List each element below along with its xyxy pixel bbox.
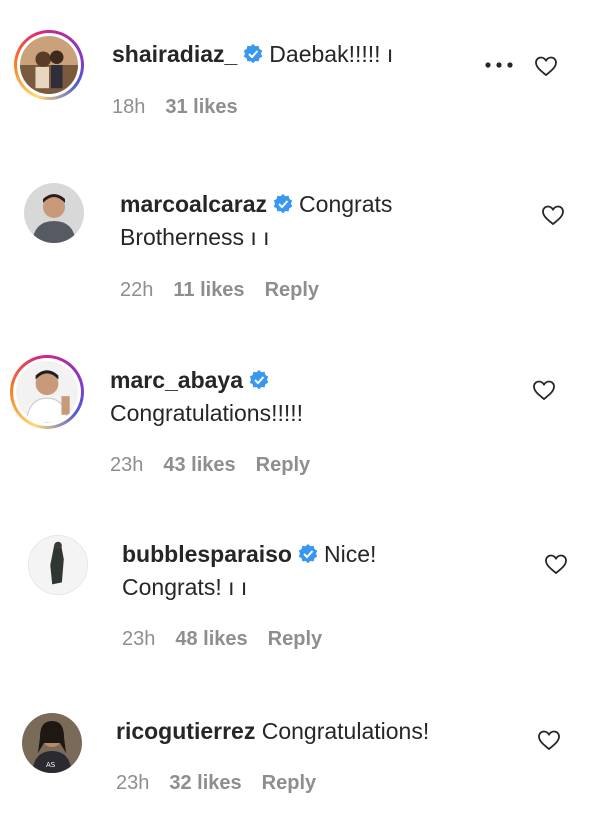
timestamp: 22h bbox=[120, 279, 154, 301]
likes-count[interactable]: 43 likes bbox=[163, 454, 235, 476]
comment-item: AS ricogutierrez Congratulations! 23h 32 … bbox=[0, 670, 600, 833]
likes-count[interactable]: 11 likes bbox=[173, 279, 244, 301]
likes-count[interactable]: 48 likes bbox=[175, 628, 247, 650]
comment-body: Congratulations! bbox=[261, 718, 430, 744]
avatar-photo-icon bbox=[20, 36, 78, 94]
likes-count[interactable]: 32 likes bbox=[169, 772, 241, 794]
avatar[interactable]: AS bbox=[22, 713, 82, 773]
timestamp: 23h bbox=[116, 772, 150, 794]
reply-button[interactable]: Reply bbox=[262, 772, 316, 794]
comment-body: Daebak!!!!! ı bbox=[269, 41, 394, 67]
comment-text: shairadiaz_ Daebak!!!!! ı bbox=[112, 38, 393, 70]
comment-meta: 23h 32 likes Reply bbox=[116, 772, 336, 795]
more-options-icon[interactable] bbox=[484, 60, 514, 70]
avatar-photo-icon bbox=[24, 183, 84, 243]
comment-text: ricogutierrez Congratulations! bbox=[116, 715, 429, 747]
timestamp: 23h bbox=[110, 454, 144, 476]
comment-meta: 23h 43 likes Reply bbox=[110, 454, 330, 477]
likes-count[interactable]: 31 likes bbox=[165, 96, 237, 118]
username[interactable]: ricogutierrez bbox=[116, 718, 255, 744]
avatar-photo-icon bbox=[16, 361, 78, 423]
username[interactable]: shairadiaz_ bbox=[112, 41, 237, 67]
avatar[interactable] bbox=[24, 183, 84, 243]
comment-text-line2: Congratulations!!!!! bbox=[110, 400, 304, 426]
username[interactable]: marcoalcaraz bbox=[120, 191, 267, 217]
comment-text: marcoalcaraz Congrats bbox=[120, 188, 392, 220]
comment-item: bubblesparaiso Nice! Congrats! ı ı 23h 48 … bbox=[0, 500, 600, 670]
timestamp: 23h bbox=[122, 628, 156, 650]
timestamp: 18h bbox=[112, 96, 146, 118]
reply-button[interactable]: Reply bbox=[265, 279, 319, 301]
avatar[interactable] bbox=[10, 355, 84, 429]
comment-item: marcoalcaraz Congrats Brotherness ı ı 22h… bbox=[0, 150, 600, 330]
heart-outline-icon[interactable] bbox=[532, 378, 556, 402]
avatar-photo-icon: AS bbox=[22, 713, 82, 773]
comment-meta: 23h 48 likes Reply bbox=[122, 628, 342, 651]
comment-item: marc_abaya Congratulations!!!!! 23h 43 li… bbox=[0, 330, 600, 500]
comment-text: marc_abaya bbox=[110, 364, 275, 396]
comment-text-line2: Brotherness ı ı bbox=[120, 224, 270, 250]
avatar[interactable] bbox=[14, 30, 84, 100]
verified-badge-icon bbox=[244, 44, 263, 64]
verified-badge-icon bbox=[273, 194, 293, 214]
verified-badge-icon bbox=[298, 544, 318, 564]
avatar-photo-icon bbox=[29, 536, 87, 594]
svg-text:AS: AS bbox=[46, 761, 56, 769]
comment-meta: 18h 31 likes bbox=[112, 96, 258, 119]
reply-button[interactable]: Reply bbox=[256, 454, 310, 476]
comment-text: bubblesparaiso Nice! bbox=[122, 538, 376, 570]
comment-meta: 22h 11 likes Reply bbox=[120, 279, 339, 302]
heart-outline-icon[interactable] bbox=[541, 203, 565, 227]
username[interactable]: marc_abaya bbox=[110, 367, 243, 393]
comment-text-line2: Congrats! ı ı bbox=[122, 574, 248, 600]
heart-outline-icon[interactable] bbox=[537, 728, 561, 752]
comment-item: shairadiaz_ Daebak!!!!! ı 18h 31 likes bbox=[0, 0, 600, 150]
heart-outline-icon[interactable] bbox=[544, 552, 568, 576]
username[interactable]: bubblesparaiso bbox=[122, 541, 292, 567]
avatar[interactable] bbox=[28, 535, 88, 595]
comment-body: Nice! bbox=[323, 541, 377, 567]
heart-outline-icon[interactable] bbox=[534, 54, 558, 78]
verified-badge-icon bbox=[249, 370, 269, 390]
comment-body: Congrats bbox=[299, 191, 393, 217]
reply-button[interactable]: Reply bbox=[268, 628, 322, 650]
